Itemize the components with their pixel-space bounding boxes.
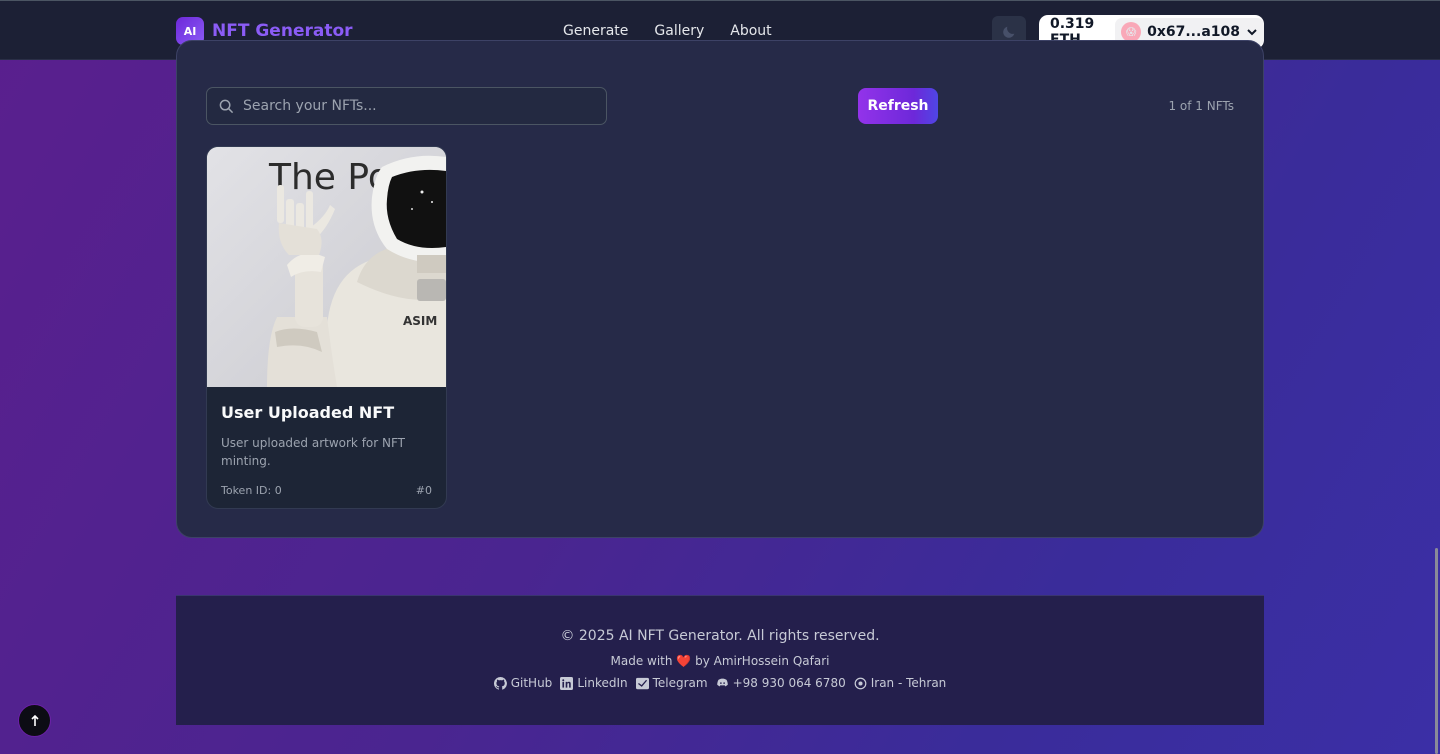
token-number: #0 [415, 484, 432, 497]
avatar: 😱 [1121, 22, 1142, 42]
github-icon [493, 676, 507, 690]
nft-image: The Po ASIM [207, 147, 446, 387]
made-with: Made with ❤️ by AmirHossein Qafari [176, 654, 1264, 668]
chevron-down-icon [1246, 26, 1258, 38]
search-box[interactable] [206, 87, 607, 125]
svg-text:ASIM: ASIM [403, 314, 437, 328]
nav-about[interactable]: About [730, 23, 771, 39]
main-nav: Generate Gallery About [563, 23, 772, 39]
made-prefix: Made with [610, 654, 673, 668]
heart-icon: ❤️ [676, 654, 692, 668]
page-scrollbar[interactable] [1435, 548, 1438, 754]
nft-title: User Uploaded NFT [221, 403, 395, 422]
phone-label: +98 930 064 6780 [732, 676, 846, 690]
gallery-panel: Refresh 1 of 1 NFTs The Po A [176, 40, 1264, 538]
location-label: Iran - Tehran [870, 676, 947, 690]
svg-text:The Po: The Po [268, 157, 390, 198]
linkedin-link[interactable]: LinkedIn [560, 676, 628, 690]
linkedin-icon [560, 676, 574, 690]
github-link[interactable]: GitHub [493, 676, 553, 690]
scroll-to-top-button[interactable] [18, 704, 51, 737]
arrow-up-icon [30, 714, 39, 726]
location-icon [854, 677, 867, 689]
linkedin-label: LinkedIn [577, 676, 628, 690]
nft-card[interactable]: The Po ASIM User Uploaded NFT User uploa… [206, 146, 447, 509]
github-label: GitHub [510, 676, 553, 690]
moon-icon [1003, 26, 1015, 38]
nav-generate[interactable]: Generate [563, 23, 628, 39]
telegram-icon [635, 677, 649, 689]
token-id: Token ID: 0 [221, 484, 282, 497]
wallet-address: 0x67...a108 [1147, 24, 1240, 40]
nft-count: 1 of 1 NFTs [1168, 99, 1234, 113]
telegram-link[interactable]: Telegram [635, 676, 708, 690]
location-link[interactable]: Iran - Tehran [854, 676, 947, 690]
discord-icon [716, 678, 728, 686]
footer-links: GitHub LinkedIn Telegram +98 930 064 678… [176, 676, 1264, 690]
search-input[interactable] [243, 98, 583, 114]
nft-description: User uploaded artwork for NFT minting. [221, 436, 406, 468]
telegram-label: Telegram [652, 676, 708, 690]
phone-link[interactable]: +98 930 064 6780 [716, 676, 846, 690]
refresh-button[interactable]: Refresh [858, 88, 938, 124]
copyright: © 2025 AI NFT Generator. All rights rese… [560, 628, 880, 644]
made-suffix: by AmirHossein Qafari [695, 654, 830, 668]
footer: © 2025 AI NFT Generator. All rights rese… [176, 595, 1264, 725]
search-icon [219, 99, 234, 113]
nav-gallery[interactable]: Gallery [654, 23, 704, 39]
logo-text: NFT Generator [212, 21, 353, 41]
